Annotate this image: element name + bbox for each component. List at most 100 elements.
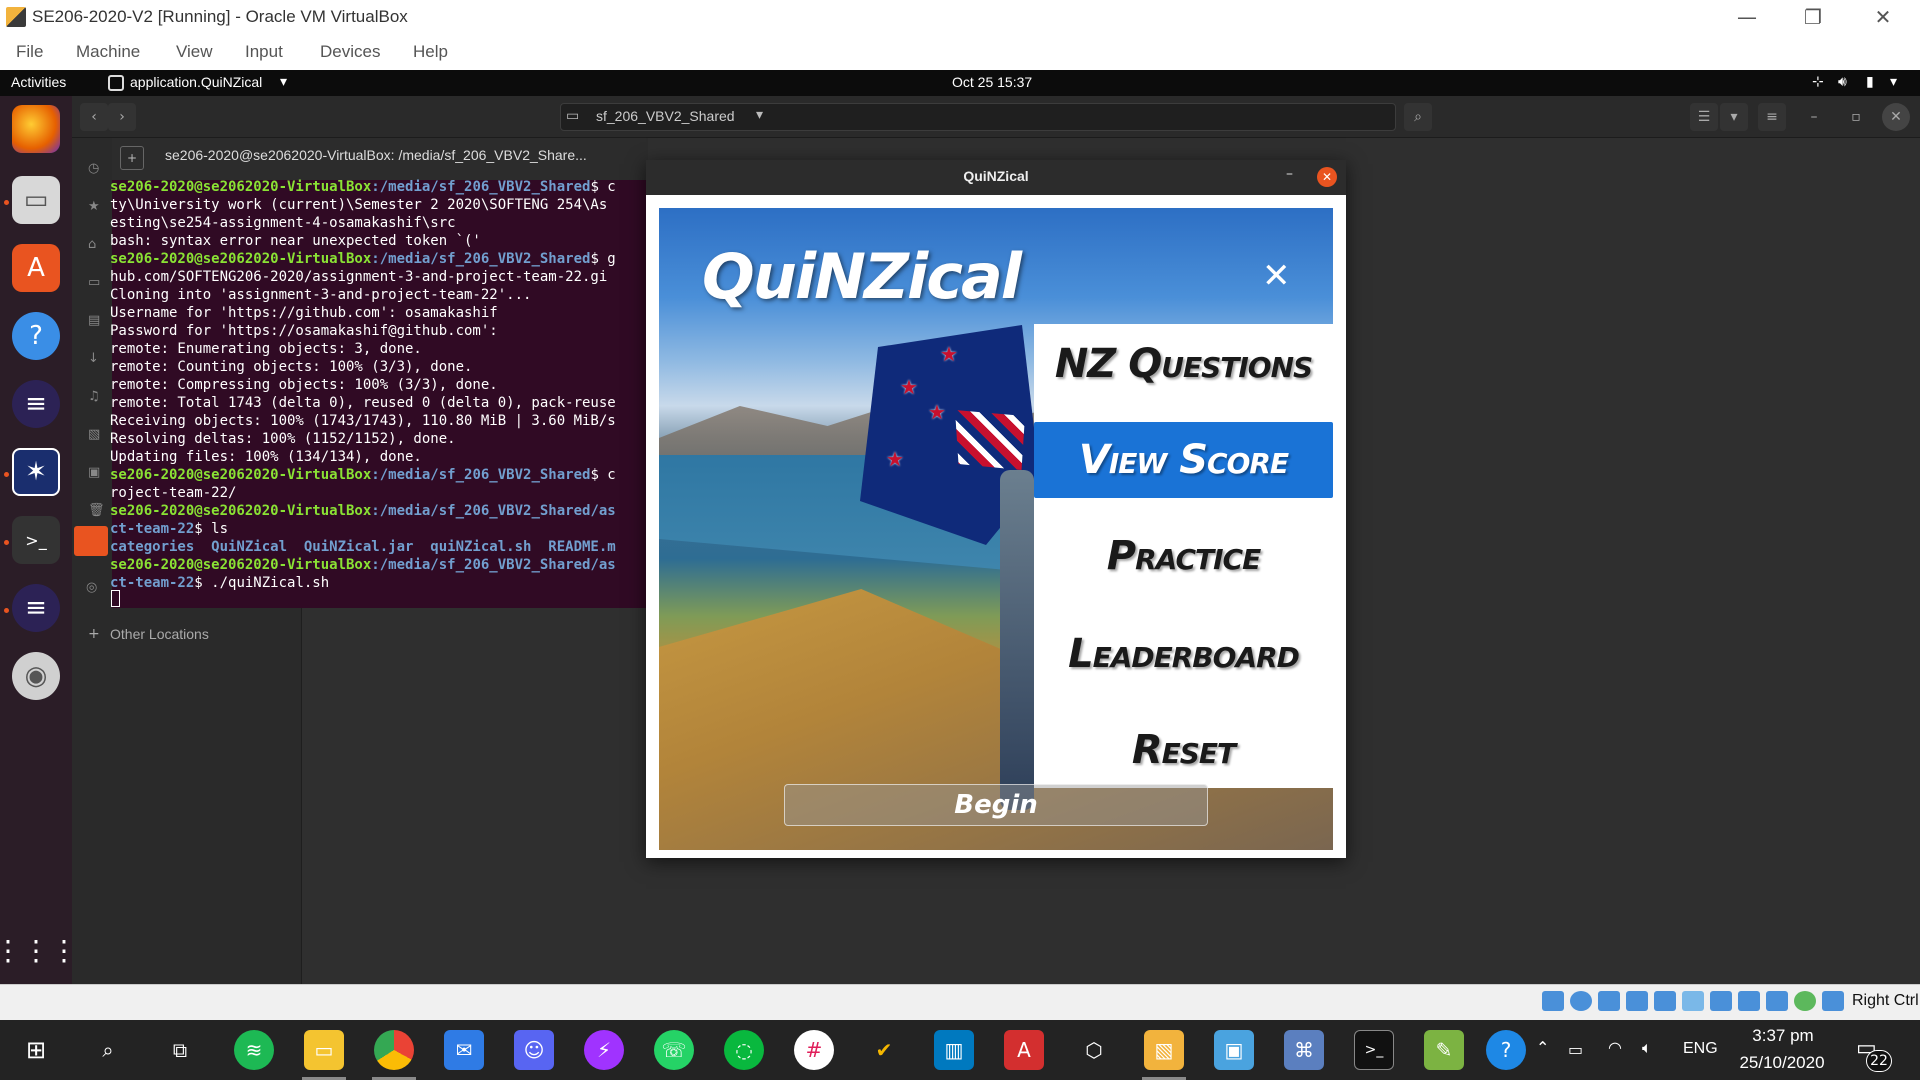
disc-icon[interactable]: ◎ <box>86 580 97 595</box>
nz-questions-button[interactable]: NZ Questions <box>1034 326 1333 402</box>
usb-icon[interactable] <box>1654 991 1676 1011</box>
exit-button[interactable]: ✕ <box>1262 256 1291 296</box>
chrome-icon[interactable] <box>374 1030 414 1070</box>
eclipse-icon[interactable]: ≡ <box>12 584 60 632</box>
audio-icon[interactable] <box>1598 991 1620 1011</box>
new-tab-icon[interactable]: + <box>120 146 144 170</box>
reset-button[interactable]: Reset <box>1034 712 1333 788</box>
starred-icon[interactable]: ★ <box>88 188 104 226</box>
todo-icon[interactable]: ✔ <box>864 1030 904 1070</box>
volume-icon[interactable]: 🔊︎ <box>1838 74 1847 90</box>
display-icon[interactable] <box>1710 991 1732 1011</box>
shared-folders-icon[interactable] <box>1682 991 1704 1011</box>
leaderboard-button[interactable]: Leaderboard <box>1034 616 1333 692</box>
chevron-down-icon[interactable]: ▾ <box>1720 103 1748 131</box>
chevron-down-icon[interactable]: ▾ <box>280 74 287 90</box>
close-icon[interactable]: ✕ <box>1317 167 1337 187</box>
sf-shared-item[interactable] <box>74 526 108 556</box>
recent-icon[interactable]: ◷ <box>88 150 104 188</box>
menu-file[interactable]: File <box>16 42 43 62</box>
list-view-icon[interactable]: ☰ <box>1690 103 1718 131</box>
keyboard-icon[interactable] <box>1822 991 1844 1011</box>
3d-viewer-icon[interactable]: ⬡ <box>1074 1030 1114 1070</box>
close-icon[interactable]: ✕ <box>1882 103 1910 131</box>
menu-help[interactable]: Help <box>413 42 448 62</box>
begin-button[interactable]: Begin <box>784 784 1208 826</box>
language-indicator[interactable]: ENG <box>1683 1040 1718 1058</box>
taskbar-time[interactable]: 3:37 pm <box>1738 1026 1828 1046</box>
search-icon[interactable]: ⌕ <box>88 1030 128 1070</box>
help-icon[interactable]: ? <box>12 312 60 360</box>
task-view-icon[interactable]: ⧉ <box>160 1030 200 1070</box>
menu-icon[interactable]: ≡ <box>1758 103 1786 131</box>
wechat-icon[interactable]: ◌ <box>724 1030 764 1070</box>
whatsapp-icon[interactable]: ☏ <box>654 1030 694 1070</box>
network-icon[interactable]: ⊹ <box>1812 74 1824 90</box>
recording-icon[interactable] <box>1738 991 1760 1011</box>
trash-icon[interactable]: 🗑︎ <box>88 492 105 530</box>
terminal-taskbar-icon[interactable]: >_ <box>1354 1030 1394 1070</box>
close-button[interactable]: ✕ <box>1848 0 1918 34</box>
software-icon[interactable]: A <box>12 244 60 292</box>
network-tool-icon[interactable]: ⌘ <box>1284 1030 1324 1070</box>
music-icon[interactable]: ♫ <box>88 378 104 416</box>
taskbar-date[interactable]: 25/10/2020 <box>1732 1053 1832 1073</box>
optical-drive-icon[interactable] <box>1570 991 1592 1011</box>
maximize-icon[interactable]: ▫ <box>1842 103 1870 131</box>
back-button[interactable]: ‹ <box>80 103 108 131</box>
videos-icon[interactable]: ▣ <box>88 454 104 492</box>
eclipse-icon[interactable]: ≡ <box>12 380 60 428</box>
battery-icon[interactable]: ▮ <box>1866 74 1874 90</box>
downloads-icon[interactable]: ↓ <box>88 340 104 378</box>
minimize-icon[interactable]: – <box>1800 103 1828 131</box>
help-icon[interactable]: ? <box>1486 1030 1526 1070</box>
desktop-icon[interactable]: ▭ <box>88 264 104 302</box>
chevron-up-icon[interactable]: ⌃ <box>1536 1038 1549 1057</box>
chevron-down-icon[interactable]: ▾ <box>756 107 763 123</box>
path-label[interactable]: sf_206_VBV2_Shared <box>596 108 735 124</box>
minimize-button[interactable]: — <box>1712 0 1782 34</box>
search-icon[interactable]: ⌕ <box>1404 103 1432 131</box>
forward-button[interactable]: › <box>108 103 136 131</box>
restore-button[interactable]: ❐ <box>1778 0 1848 34</box>
menu-view[interactable]: View <box>176 42 213 62</box>
pictures-icon[interactable]: ▧ <box>88 416 104 454</box>
system-menu-icon[interactable]: ▾ <box>1890 74 1897 90</box>
menu-devices[interactable]: Devices <box>320 42 380 62</box>
file-explorer-icon[interactable]: ▭ <box>304 1030 344 1070</box>
home-icon[interactable]: ⌂ <box>88 226 104 264</box>
quinzical-icon[interactable]: ✶ <box>12 448 60 496</box>
terminal-icon[interactable]: >_ <box>12 516 60 564</box>
firefox-icon[interactable] <box>12 105 60 153</box>
activities-button[interactable]: Activities <box>11 74 66 90</box>
app-menu[interactable]: application.QuiNZical <box>130 74 262 90</box>
network-icon[interactable] <box>1626 991 1648 1011</box>
hard-disk-icon[interactable] <box>1542 991 1564 1011</box>
mail-icon[interactable]: ✉ <box>444 1030 484 1070</box>
disc-icon[interactable]: ◉ <box>12 652 60 700</box>
acrobat-icon[interactable]: A <box>1004 1030 1044 1070</box>
remote-desktop-icon[interactable]: ▣ <box>1214 1030 1254 1070</box>
other-locations[interactable]: Other Locations <box>110 626 209 642</box>
files-icon[interactable]: ▭ <box>12 176 60 224</box>
mouse-integration-icon[interactable] <box>1794 991 1816 1011</box>
minimize-icon[interactable]: – <box>1286 166 1293 182</box>
discord-icon[interactable]: ☺ <box>514 1030 554 1070</box>
clock[interactable]: Oct 25 15:37 <box>952 74 1032 90</box>
menu-machine[interactable]: Machine <box>76 42 140 62</box>
virtualbox-taskbar-icon[interactable]: ▧ <box>1144 1030 1184 1070</box>
documents-icon[interactable]: ▤ <box>88 302 104 340</box>
practice-button[interactable]: Practice <box>1034 518 1333 594</box>
vt-x-icon[interactable] <box>1766 991 1788 1011</box>
app-grid-icon[interactable]: ⋮⋮⋮ <box>0 926 78 974</box>
volume-icon[interactable]: 🔈︎ <box>1642 1038 1652 1058</box>
view-score-button[interactable]: View Score <box>1034 422 1333 498</box>
windows-start-icon[interactable]: ⊞ <box>16 1030 56 1070</box>
battery-icon[interactable]: ▭ <box>1568 1040 1583 1059</box>
menu-input[interactable]: Input <box>245 42 283 62</box>
slack-icon[interactable]: # <box>794 1030 834 1070</box>
image-editor-icon[interactable]: ✎ <box>1424 1030 1464 1070</box>
trello-icon[interactable]: ▥ <box>934 1030 974 1070</box>
wifi-icon[interactable]: ◠ <box>1608 1038 1622 1057</box>
messenger-icon[interactable]: ⚡ <box>584 1030 624 1070</box>
